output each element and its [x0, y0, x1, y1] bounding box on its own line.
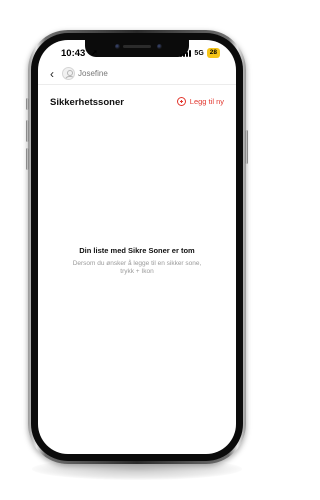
page-header: Sikkerhetssoner Legg til ny	[38, 97, 236, 111]
page-title: Sikkerhetssoner	[50, 97, 124, 108]
status-bar: 10:43 ➚ 5G 28	[38, 40, 236, 62]
power-button	[245, 130, 248, 164]
battery-icon: 28	[206, 48, 220, 58]
empty-state-title: Din liste med Sikre Soner er tom	[79, 246, 195, 255]
add-new-label: Legg til ny	[189, 97, 224, 106]
status-time: 10:43	[61, 48, 86, 59]
empty-state-description: Dersom du ønsker å legge til en sikker s…	[72, 260, 202, 275]
network-type: 5G	[194, 49, 204, 57]
volume-down-button	[26, 148, 29, 170]
volume-up-button	[26, 120, 29, 142]
plus-circle-icon	[176, 97, 186, 106]
avatar[interactable]	[62, 67, 75, 80]
signal-icon	[180, 49, 192, 57]
silent-switch	[26, 98, 29, 110]
avatar-body	[65, 76, 74, 79]
location-arrow-icon: ➚	[91, 48, 98, 57]
status-right: 5G 28	[180, 48, 220, 58]
nav-bar: ‹ Josefine	[38, 66, 236, 85]
contact-name[interactable]: Josefine	[78, 69, 108, 78]
empty-state: Din liste med Sikre Soner er tom Dersom …	[38, 246, 236, 276]
add-new-button[interactable]: Legg til ny	[176, 97, 224, 106]
phone-screen: 10:43 ➚ 5G 28 ‹ Josefine Sikkerhetssoner…	[38, 40, 236, 454]
back-chevron-icon[interactable]: ‹	[50, 68, 54, 80]
